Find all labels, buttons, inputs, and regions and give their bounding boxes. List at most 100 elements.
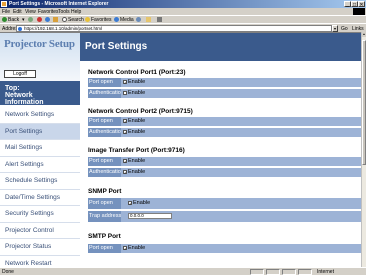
port-open-row: Port open ✓Enable bbox=[88, 78, 361, 87]
logo: Projector Setup bbox=[4, 38, 75, 50]
print-icon[interactable] bbox=[157, 17, 162, 22]
row-label: Trap address bbox=[88, 211, 121, 222]
maximize-button[interactable]: □ bbox=[351, 1, 358, 8]
page-icon bbox=[18, 27, 22, 31]
port-open-row: Port open ✓Enable bbox=[88, 198, 361, 209]
address-dropdown-icon[interactable]: ▾ bbox=[332, 25, 338, 32]
sidebar-item-mail-settings[interactable]: Mail Settings bbox=[0, 140, 80, 157]
authentication-row: Authentication Enable bbox=[88, 89, 361, 98]
history-icon[interactable] bbox=[136, 17, 141, 22]
address-url: https://192.168.1.10/admin/portset.html bbox=[24, 26, 103, 31]
option-label: Enable bbox=[128, 90, 146, 96]
page-viewport: Projector Setup Logoff Top: Network Info… bbox=[0, 32, 361, 267]
authentication-option: Enable bbox=[123, 89, 145, 98]
sidebar-item-port-settings[interactable]: Port Settings bbox=[0, 123, 80, 140]
sidebar-item-network-restart[interactable]: Network Restart bbox=[0, 256, 80, 268]
checkbox-checked[interactable]: ✓ bbox=[123, 169, 127, 174]
option-label: Enable bbox=[128, 129, 146, 135]
address-input[interactable]: https://192.168.1.10/admin/portset.html bbox=[16, 25, 332, 32]
section-title: SMTP Port bbox=[88, 233, 121, 240]
sidebar-item-projector-status[interactable]: Projector Status bbox=[0, 239, 80, 256]
authentication-option: ✓Enable bbox=[123, 128, 145, 137]
scroll-up-icon[interactable]: ▲ bbox=[362, 32, 366, 37]
trap-address-input[interactable]: 0.0.0.0 bbox=[128, 212, 172, 219]
page-title: Port Settings bbox=[85, 41, 148, 52]
option-label: Enable bbox=[128, 245, 146, 251]
port-open-row: Port open ✓Enable bbox=[88, 157, 361, 166]
top-block-line: Information bbox=[5, 99, 44, 106]
forward-arrow-icon[interactable] bbox=[28, 17, 33, 22]
checkbox-unchecked[interactable] bbox=[123, 90, 127, 95]
checkbox-checked[interactable]: ✓ bbox=[123, 158, 127, 163]
main-content: Port Settings Network Control Port1 (Por… bbox=[80, 33, 361, 267]
row-label: Port open bbox=[88, 198, 121, 209]
refresh-icon[interactable] bbox=[45, 17, 50, 22]
row-label: Port open bbox=[88, 244, 121, 253]
sidebar-item-projector-control[interactable]: Projector Control bbox=[0, 223, 80, 239]
authentication-option: ✓Enable bbox=[123, 168, 145, 177]
sidebar-item-top-network-information[interactable]: Top: Network Information bbox=[0, 81, 80, 106]
toolbar: Back ▾ Search Favorites Media bbox=[0, 15, 366, 23]
checkbox-checked[interactable]: ✓ bbox=[123, 245, 127, 250]
authentication-row: Authentication ✓Enable bbox=[88, 128, 361, 137]
status-text: Done bbox=[2, 269, 14, 275]
option-label: Enable bbox=[133, 200, 151, 206]
menu-bar: File Edit View Favorites Tools Help bbox=[0, 8, 366, 15]
zone-label: Internet bbox=[317, 269, 334, 275]
media-icon bbox=[114, 17, 119, 22]
authentication-row: Authentication ✓Enable bbox=[88, 168, 361, 177]
logo-area: Projector Setup Logoff bbox=[0, 33, 80, 81]
search-icon bbox=[62, 17, 67, 22]
option-label: Enable bbox=[128, 158, 146, 164]
logoff-button[interactable]: Logoff bbox=[4, 70, 36, 78]
top-block-line: Top: bbox=[5, 85, 20, 92]
port-open-row: Port open ✓Enable bbox=[88, 244, 361, 253]
status-bar: Done Internet bbox=[0, 267, 366, 275]
trap-address-value: 0.0.0.0 bbox=[128, 211, 172, 222]
sidebar-item-network-settings[interactable]: Network Settings bbox=[0, 107, 80, 124]
sidebar-item-security-settings[interactable]: Security Settings bbox=[0, 206, 80, 223]
ie-icon bbox=[1, 1, 7, 7]
windows-logo-icon bbox=[353, 8, 365, 15]
option-label: Enable bbox=[128, 79, 146, 85]
close-button[interactable]: ✕ bbox=[358, 1, 365, 8]
option-label: Enable bbox=[128, 169, 146, 175]
back-arrow-icon bbox=[2, 17, 7, 22]
option-label: Enable bbox=[128, 118, 146, 124]
checkbox-checked[interactable]: ✓ bbox=[123, 79, 127, 84]
row-label: Port open bbox=[88, 157, 121, 166]
port-open-option: ✓Enable bbox=[128, 198, 150, 209]
sidebar-item-alert-settings[interactable]: Alert Settings bbox=[0, 157, 80, 173]
section-title: Network Control Port1 (Port:23) bbox=[88, 69, 186, 76]
section-title: Network Control Port2 (Port:9715) bbox=[88, 108, 193, 115]
top-block-line: Network bbox=[5, 92, 33, 99]
sidebar-item-date-time-settings[interactable]: Date/Time Settings bbox=[0, 190, 80, 206]
checkbox-checked[interactable]: ✓ bbox=[123, 118, 127, 123]
sidebar-item-schedule-settings[interactable]: Schedule Settings bbox=[0, 173, 80, 190]
address-bar: Address https://192.168.1.10/admin/ports… bbox=[0, 23, 366, 32]
home-icon[interactable] bbox=[53, 17, 58, 22]
row-label: Authentication bbox=[88, 128, 121, 137]
section-title: SNMP Port bbox=[88, 188, 122, 195]
checkbox-checked[interactable]: ✓ bbox=[123, 129, 127, 134]
title-bar: Port Settings - Microsoft Internet Explo… bbox=[0, 0, 366, 8]
sidebar: Projector Setup Logoff Top: Network Info… bbox=[0, 33, 80, 267]
port-open-option: ✓Enable bbox=[123, 157, 145, 166]
row-label: Port open bbox=[88, 78, 121, 87]
checkbox-checked[interactable]: ✓ bbox=[128, 200, 132, 205]
section-title: Image Transfer Port (Port:9716) bbox=[88, 147, 185, 154]
status-pane bbox=[266, 269, 280, 275]
stop-icon[interactable] bbox=[37, 17, 42, 22]
port-open-option: ✓Enable bbox=[123, 78, 145, 87]
vertical-scrollbar[interactable]: ▲ bbox=[361, 32, 366, 267]
trap-address-row: Trap address 0.0.0.0 bbox=[88, 211, 361, 222]
minimize-button[interactable]: _ bbox=[344, 1, 351, 8]
sidebar-nav: Network Settings Port Settings Mail Sett… bbox=[0, 107, 80, 267]
page-header: Port Settings bbox=[80, 33, 361, 61]
row-label: Authentication bbox=[88, 168, 121, 177]
row-label: Authentication bbox=[88, 89, 121, 98]
mail-icon[interactable] bbox=[146, 17, 151, 22]
scroll-thumb[interactable] bbox=[362, 40, 366, 165]
favorites-star-icon bbox=[85, 17, 90, 22]
port-open-option: ✓Enable bbox=[123, 244, 145, 253]
